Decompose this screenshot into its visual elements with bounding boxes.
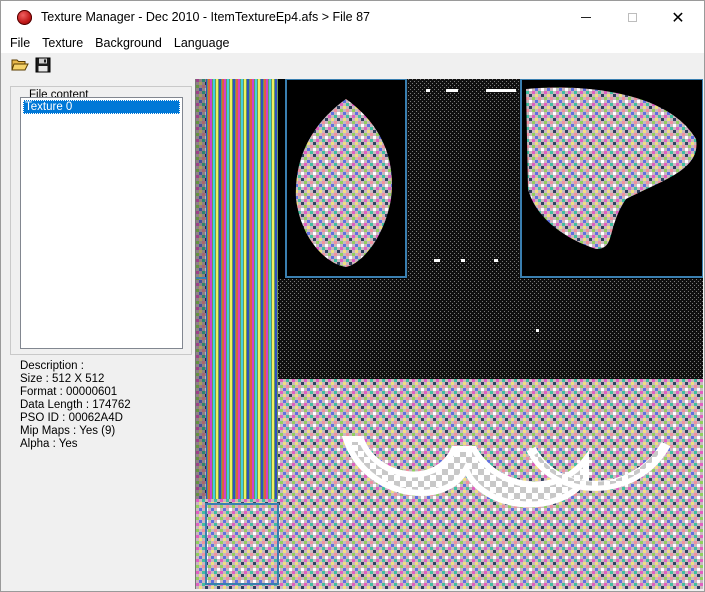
texture-image [196,79,703,589]
info-alpha: Alpha : Yes [20,438,78,450]
title-bar[interactable]: Texture Manager - Dec 2010 - ItemTexture… [1,1,704,34]
list-item[interactable]: Texture 0 [23,100,180,114]
maximize-icon [627,13,637,22]
menu-file[interactable]: File [1,34,36,53]
window-title: Texture Manager - Dec 2010 - ItemTexture… [41,10,370,24]
maximize-button[interactable] [609,1,655,34]
save-disk-icon [35,57,51,73]
menu-language[interactable]: Language [168,34,236,53]
info-mip-maps: Mip Maps : Yes (9) [20,425,116,437]
app-window: Texture Manager - Dec 2010 - ItemTexture… [0,0,705,592]
info-data-length: Data Length : 174762 [20,399,131,411]
info-size: Size : 512 X 512 [20,373,105,385]
menu-background[interactable]: Background [89,34,168,53]
minimize-button[interactable] [563,1,609,34]
minimize-icon [581,17,591,18]
close-icon: ✕ [671,7,685,27]
save-button[interactable] [34,56,52,74]
texture-preview[interactable] [195,79,703,589]
info-description: Description : [20,360,84,372]
texture-list[interactable]: Texture 0 [20,97,183,349]
info-format: Format : 00000601 [20,386,118,398]
texture-info: Description : Size : 512 X 512 Format : … [20,360,190,451]
menu-texture[interactable]: Texture [36,34,89,53]
toolbar [1,53,704,77]
left-panel: File content Texture 0 Description : Siz… [1,77,194,591]
menu-bar: File Texture Background Language [1,34,704,53]
app-disc-icon [17,10,32,25]
open-button[interactable] [11,56,29,74]
open-folder-icon [11,59,29,71]
info-pso-id: PSO ID : 00062A4D [20,412,123,424]
close-button[interactable]: ✕ [655,1,701,34]
